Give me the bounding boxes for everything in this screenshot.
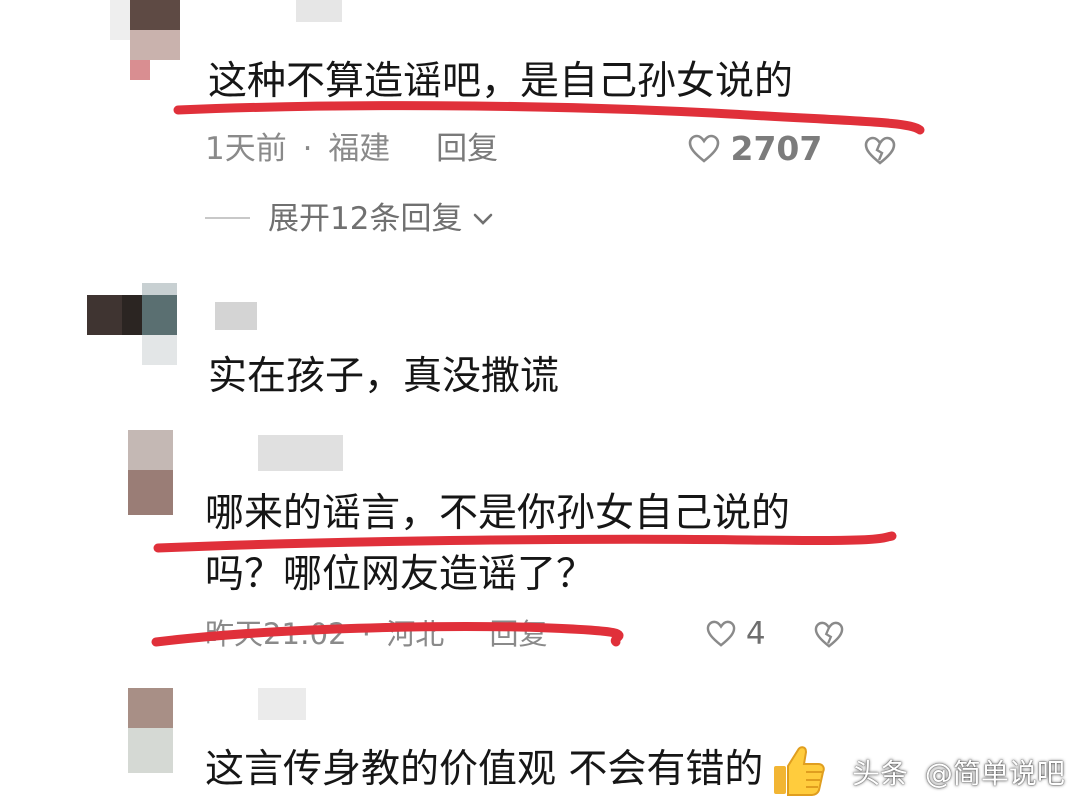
avatar[interactable]: [87, 283, 187, 368]
username-blurred[interactable]: [258, 688, 306, 720]
avatar[interactable]: [128, 430, 180, 515]
chevron-down-icon: [474, 213, 493, 225]
like-button[interactable]: 2707: [688, 127, 822, 171]
thumbs-up-emoji: [774, 746, 825, 796]
comment-text-line-2: 吗？哪位网友造谣了？: [205, 552, 596, 597]
username-blurred[interactable]: [296, 0, 342, 22]
comment-text: 实在孩子，真没撒谎: [208, 354, 560, 399]
watermark: 头条 @简单说吧: [852, 754, 1065, 794]
meta-separator: ·: [302, 131, 313, 167]
watermark-handle: @简单说吧: [924, 757, 1065, 790]
comment-location: 福建: [328, 131, 391, 167]
avatar[interactable]: [100, 0, 190, 80]
annotation-strikethrough: [151, 622, 624, 647]
reply-button[interactable]: 回复: [436, 131, 498, 167]
broken-heart-icon[interactable]: [814, 621, 844, 649]
heart-outline-icon: [706, 620, 736, 647]
comment-meta: 1天前 · 福建 回复: [205, 127, 498, 171]
comment-time: 1天前: [205, 131, 287, 167]
like-count: 4: [745, 616, 766, 652]
username-blurred[interactable]: [215, 302, 257, 330]
avatar[interactable]: [128, 688, 178, 773]
like-count: 2707: [730, 129, 823, 168]
watermark-platform: 头条: [852, 757, 909, 790]
comment-text: 这言传身教的价值观 不会有错的: [205, 747, 764, 792]
expand-replies-label: 展开12条回复: [268, 201, 463, 237]
heart-outline-icon: [688, 134, 720, 163]
expand-replies-button[interactable]: 展开12条回复: [268, 197, 494, 241]
broken-heart-icon[interactable]: [864, 136, 896, 166]
divider-line: [205, 217, 250, 219]
username-blurred[interactable]: [258, 435, 343, 471]
like-button[interactable]: 4: [706, 612, 766, 656]
